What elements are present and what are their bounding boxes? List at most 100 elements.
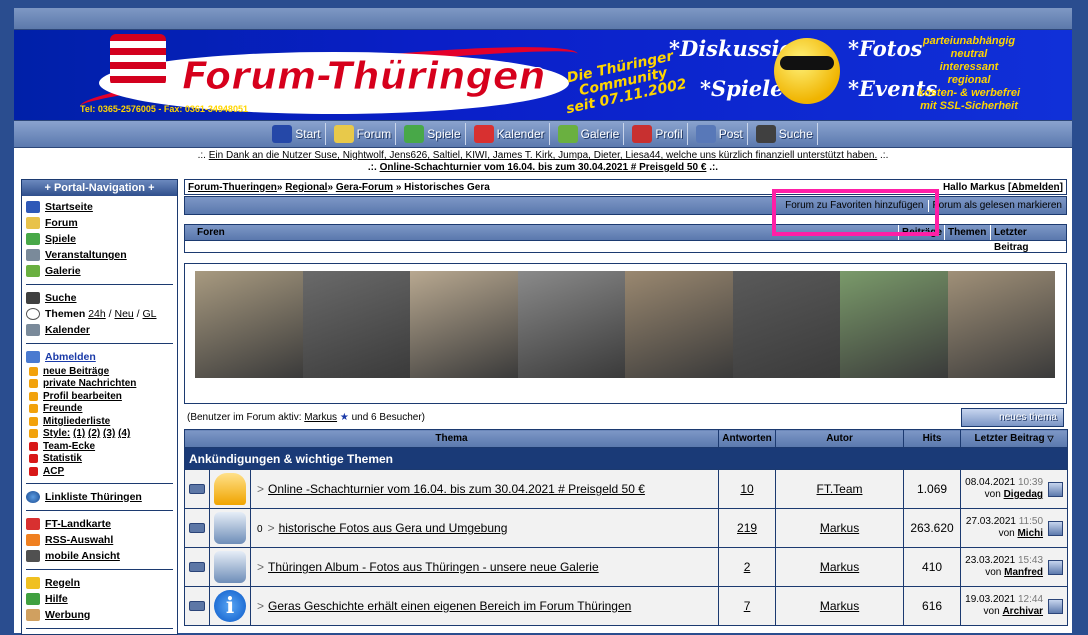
sidebar-item-mobile-ansicht[interactable]: mobile Ansicht xyxy=(26,548,173,564)
chess-tournament-link[interactable]: Online-Schachturnier vom 16.04. bis zum … xyxy=(380,162,707,173)
author-link[interactable]: Markus xyxy=(820,521,859,535)
last-user-link[interactable]: Manfred xyxy=(1004,567,1043,578)
nav-spiele[interactable]: Spiele xyxy=(400,123,466,145)
sidebar-link[interactable]: Veranstaltungen xyxy=(45,249,127,261)
sidebar-sublink[interactable]: Statistik xyxy=(43,453,82,464)
topic-title-link[interactable]: historische Fotos aus Gera und Umgebung xyxy=(279,521,508,535)
sidebar-sublink[interactable]: Team-Ecke xyxy=(43,441,95,452)
col-thema[interactable]: Thema xyxy=(183,429,720,448)
sidebar-subitem[interactable]: neue Beiträge xyxy=(26,365,173,378)
sidebar-item-linkliste[interactable]: Linkliste Thüringen xyxy=(26,489,173,505)
sidebar-link-suche[interactable]: Suche xyxy=(45,292,77,304)
sidebar-link-linkliste[interactable]: Linkliste Thüringen xyxy=(45,491,142,503)
style-label[interactable]: Style: xyxy=(43,428,70,439)
sidebar-item-veranstaltungen[interactable]: Veranstaltungen xyxy=(26,247,173,263)
sidebar-link-abmelden[interactable]: Abmelden xyxy=(45,351,96,363)
sidebar-sublink[interactable]: neue Beiträge xyxy=(43,366,109,377)
replies-link[interactable]: 2 xyxy=(744,560,751,574)
themen-gl-link[interactable]: GL xyxy=(143,308,157,320)
nav-suche[interactable]: Suche xyxy=(752,123,818,145)
replies-link[interactable]: 7 xyxy=(744,599,751,613)
nav-kalender[interactable]: Kalender xyxy=(470,123,550,145)
sidebar-link[interactable]: RSS-Auswahl xyxy=(45,534,113,546)
sidebar-link-kalender[interactable]: Kalender xyxy=(45,324,90,336)
breadcrumb-regional[interactable]: Regional xyxy=(285,182,327,193)
col-autor[interactable]: Autor xyxy=(775,429,905,448)
go-to-last-post-icon[interactable] xyxy=(1048,482,1064,497)
nav-galerie[interactable]: Galerie xyxy=(554,123,625,145)
breadcrumb-gera-forum[interactable]: Gera-Forum xyxy=(336,182,393,193)
style-2-link[interactable]: (2) xyxy=(88,428,100,439)
go-to-last-post-icon[interactable] xyxy=(1048,560,1064,575)
style-1-link[interactable]: (1) xyxy=(73,428,85,439)
active-prefix: (Benutzer im Forum aktiv: xyxy=(187,411,302,423)
sidebar-item-rss-auswahl[interactable]: RSS-Auswahl xyxy=(26,532,173,548)
go-to-last-post-icon[interactable] xyxy=(1048,599,1064,614)
breadcrumb-forum-thueringen[interactable]: Forum-Thueringen xyxy=(188,182,277,193)
sidebar-item-hilfe[interactable]: Hilfe xyxy=(26,591,173,607)
spiele-icon xyxy=(26,233,40,245)
sidebar-subitem[interactable]: Freunde xyxy=(26,403,173,416)
author-link[interactable]: FT.Team xyxy=(817,482,863,496)
sidebar-item-abmelden[interactable]: Abmelden xyxy=(26,349,173,365)
col-antworten[interactable]: Antworten xyxy=(718,429,777,448)
last-user-link[interactable]: Digedag xyxy=(1004,489,1043,500)
col-letzter-beitrag[interactable]: Letzter Beitrag ▽ xyxy=(960,429,1069,448)
sidebar-link[interactable]: Hilfe xyxy=(45,593,68,605)
sidebar-sublink[interactable]: ACP xyxy=(43,466,64,477)
author-link[interactable]: Markus xyxy=(820,599,859,613)
col-hits[interactable]: Hits xyxy=(903,429,962,448)
sidebar-link[interactable]: mobile Ansicht xyxy=(45,550,120,562)
sidebar-item-spiele[interactable]: Spiele xyxy=(26,231,173,247)
sidebar-item-suche[interactable]: Suche xyxy=(26,290,173,306)
sidebar-subitem[interactable]: private Nachrichten xyxy=(26,378,173,391)
sidebar-link[interactable]: Forum xyxy=(45,217,78,229)
sidebar-item-kalender[interactable]: Kalender xyxy=(26,322,173,338)
topic-title-link[interactable]: Thüringen Album - Fotos aus Thüringen - … xyxy=(268,560,599,574)
nav-forum[interactable]: Forum xyxy=(330,123,397,145)
replies-link[interactable]: 219 xyxy=(737,521,757,535)
topic-title-link[interactable]: Geras Geschichte erhält einen eigenen Be… xyxy=(268,599,631,613)
replies-link[interactable]: 10 xyxy=(740,482,753,496)
sidebar-sublink[interactable]: Mitgliederliste xyxy=(43,416,110,427)
nav-start[interactable]: Start xyxy=(268,123,326,145)
mark-forum-read-button[interactable]: Forum als gelesen markieren xyxy=(929,200,1067,211)
sidebar-subitem[interactable]: Profil bearbeiten xyxy=(26,390,173,403)
sidebar-link[interactable]: Spiele xyxy=(45,233,76,245)
sidebar-link[interactable]: Werbung xyxy=(45,609,90,621)
sidebar-item-werbung[interactable]: Werbung xyxy=(26,607,173,623)
new-topic-button[interactable]: neues thema xyxy=(961,407,1064,427)
historic-photo-banner[interactable] xyxy=(184,263,1067,404)
themen-24h-link[interactable]: 24h xyxy=(88,308,106,320)
donors-link[interactable]: Ein Dank an die Nutzer Suse, Nightwolf, … xyxy=(209,150,877,161)
sidebar-subitem[interactable]: Statistik xyxy=(26,453,173,466)
topic-title-link[interactable]: Online -Schachturnier vom 16.04. bis zum… xyxy=(268,482,645,496)
last-user-link[interactable]: Michi xyxy=(1017,528,1043,539)
nav-profil[interactable]: Profil xyxy=(628,123,688,145)
sidebar-subitem[interactable]: Mitgliederliste xyxy=(26,415,173,428)
site-banner[interactable]: Forum-Thüringen Die Thüringer Community … xyxy=(14,30,1072,120)
sidebar-sublink[interactable]: Freunde xyxy=(43,403,82,414)
go-to-last-post-icon[interactable] xyxy=(1048,521,1064,536)
sidebar-link[interactable]: Galerie xyxy=(45,265,81,277)
sidebar-sublink[interactable]: Profil bearbeiten xyxy=(43,391,122,402)
logout-link[interactable]: Abmelden xyxy=(1011,182,1059,193)
sidebar-item-regeln[interactable]: Regeln xyxy=(26,575,173,591)
nav-post[interactable]: Post xyxy=(692,123,748,145)
style-4-link[interactable]: (4) xyxy=(118,428,130,439)
style-3-link[interactable]: (3) xyxy=(103,428,115,439)
sidebar-link[interactable]: Regeln xyxy=(45,577,80,589)
sidebar-link[interactable]: Startseite xyxy=(45,201,93,213)
sidebar-item-ft-landkarte[interactable]: FT-Landkarte xyxy=(26,516,173,532)
sidebar-subitem[interactable]: ACP xyxy=(26,465,173,478)
sidebar-item-galerie[interactable]: Galerie xyxy=(26,263,173,279)
sidebar-item-startseite[interactable]: Startseite xyxy=(26,199,173,215)
themen-neu-link[interactable]: Neu xyxy=(114,308,133,320)
sidebar-subitem[interactable]: Team-Ecke xyxy=(26,440,173,453)
author-link[interactable]: Markus xyxy=(820,560,859,574)
sidebar-item-forum[interactable]: Forum xyxy=(26,215,173,231)
sidebar-link[interactable]: FT-Landkarte xyxy=(45,518,111,530)
last-user-link[interactable]: Archivar xyxy=(1002,606,1043,617)
active-user-link[interactable]: Markus xyxy=(304,412,337,423)
sidebar-sublink[interactable]: private Nachrichten xyxy=(43,378,136,389)
